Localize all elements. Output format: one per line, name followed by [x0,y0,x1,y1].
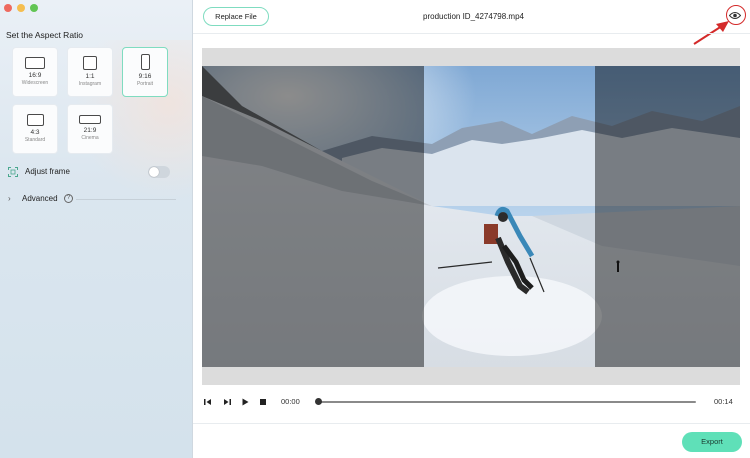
ratio-card-widescreen[interactable]: 16:9 Widescreen [12,47,58,97]
video-frame[interactable] [202,66,740,367]
sidebar: Set the Aspect Ratio 16:9 Widescreen 1:1… [0,0,193,458]
aspect-ratio-title: Set the Aspect Ratio [6,30,84,40]
ratio-value: 1:1 [85,73,95,80]
ratio-value: 21:9 [83,127,97,134]
adjust-frame-toggle[interactable] [148,166,170,178]
ratio-card-portrait[interactable]: 9:16 Portrait [122,47,168,97]
cinema-icon [79,115,101,124]
ratio-value: 9:16 [138,73,152,80]
section-divider [76,199,176,200]
ratio-card-cinema[interactable]: 21:9 Cinema [67,104,113,154]
chevron-right-icon: › [8,194,11,203]
playback-controls: 00:00 00:14 [203,395,733,409]
toggle-knob [149,167,159,177]
ratio-name: Widescreen [21,80,49,86]
ratio-value: 4:3 [30,129,40,136]
footer-divider [193,423,750,424]
ratio-card-standard[interactable]: 4:3 Standard [12,104,58,154]
ratio-name: Standard [24,137,46,143]
adjust-frame-label: Adjust frame [25,167,70,176]
standard-icon [26,114,44,126]
replace-file-button[interactable]: Replace File [203,7,269,26]
square-icon [83,56,97,70]
portrait-icon [140,54,150,70]
header-divider [193,33,750,34]
zoom-window-button[interactable] [30,4,38,12]
help-icon[interactable]: ? [64,194,73,203]
ratio-card-instagram[interactable]: 1:1 Instagram [67,47,113,97]
close-window-button[interactable] [4,4,12,12]
ratio-name: Cinema [81,135,99,141]
main-panel: Replace File production ID_4274798.mp4 0… [193,0,750,458]
next-frame-icon[interactable] [222,397,232,407]
annotation-circle [726,5,746,25]
advanced-label: Advanced [22,194,58,203]
adjust-frame-row: Adjust frame [8,166,170,180]
prev-frame-icon[interactable] [203,397,213,407]
timeline-thumb[interactable] [315,398,322,405]
widescreen-icon [25,57,45,69]
play-icon[interactable] [240,397,250,407]
timeline-track[interactable] [317,401,696,403]
file-name: production ID_4274798.mp4 [423,12,524,21]
minimize-window-button[interactable] [17,4,25,12]
export-button[interactable]: Export [682,432,742,452]
ratio-name: Portrait [136,81,154,87]
window-controls [4,4,38,12]
current-time: 00:00 [281,397,300,406]
video-stage [202,48,740,385]
ratio-value: 16:9 [28,72,42,79]
ratio-name: Instagram [78,81,102,87]
total-time: 00:14 [714,397,733,406]
stop-icon[interactable] [258,397,268,407]
crop-frame-icon [8,167,18,177]
advanced-row[interactable]: › Advanced ? [8,193,180,207]
